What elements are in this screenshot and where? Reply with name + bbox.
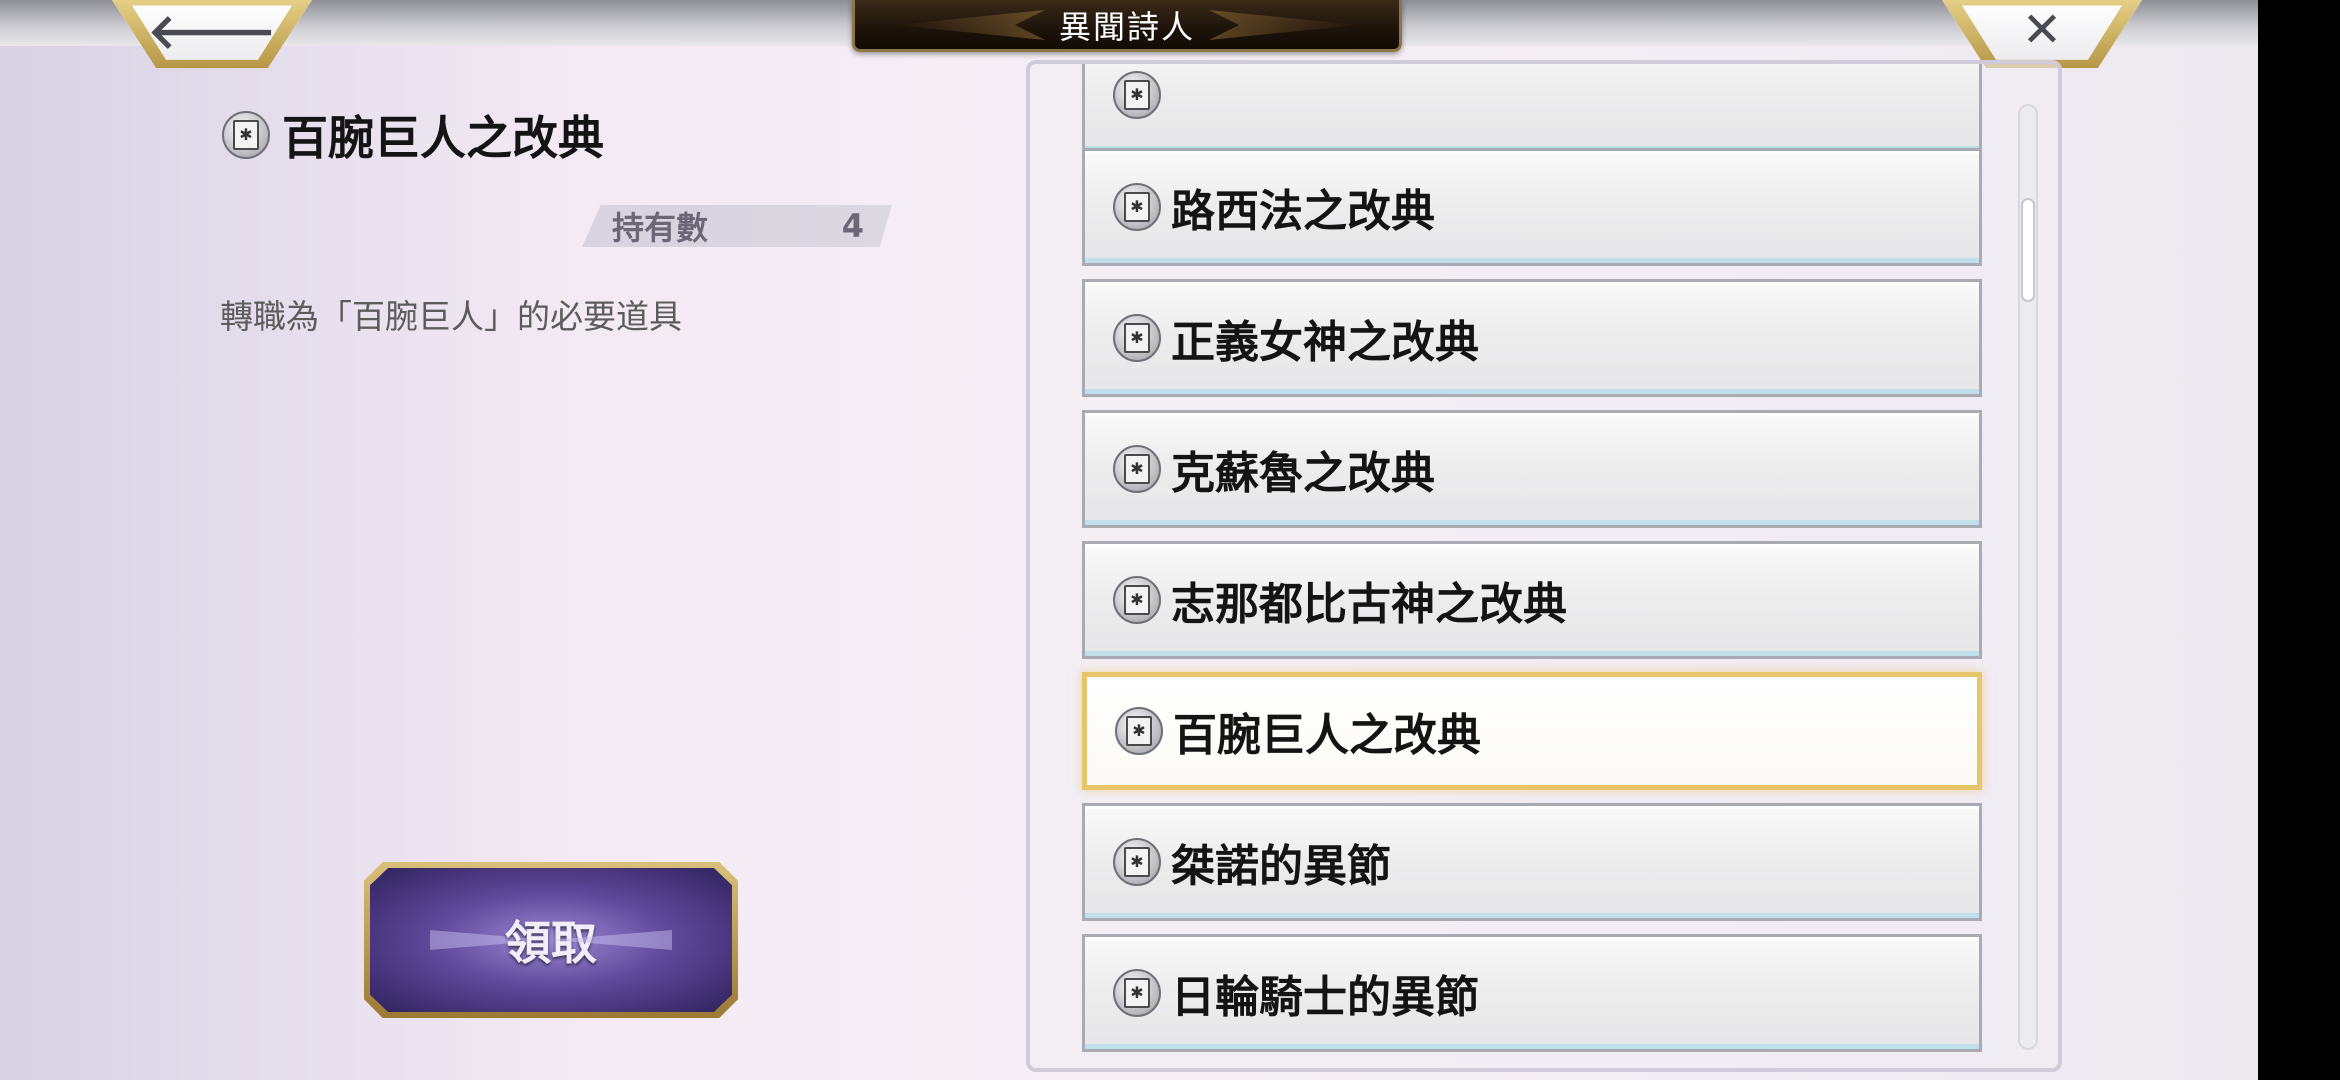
close-button[interactable]: ✕: [1942, 0, 2142, 68]
list-item-label: 百腕巨人之改典: [1173, 710, 1481, 761]
item-description: 轉職為「百腕巨人」的必要道具: [220, 297, 682, 336]
book-icon: ✱: [1113, 969, 1161, 1017]
title-ornament-left: [895, 10, 1045, 40]
list-item[interactable]: ✱ 桀諾的異節: [1082, 803, 1982, 921]
list-scrollbar[interactable]: [2018, 104, 2038, 1050]
book-icon: ✱: [1113, 445, 1161, 493]
book-icon: ✱: [1113, 183, 1161, 231]
owned-count-badge: 持有數 4: [582, 205, 892, 247]
list-item-label: 克蘇魯之改典: [1171, 448, 1435, 499]
list-item-selected[interactable]: ✱ 百腕巨人之改典: [1082, 672, 1982, 790]
receive-button-label: 領取: [505, 916, 597, 970]
book-icon: ✱: [1113, 576, 1161, 624]
page-title: 異聞詩人: [1058, 7, 1195, 46]
title-plate: 異聞詩人: [852, 0, 1402, 52]
list-item[interactable]: ✱ 正義女神之改典: [1082, 279, 1982, 397]
receive-button-face: 領取: [370, 868, 732, 1012]
owned-count-value: 4: [841, 207, 864, 245]
list-item[interactable]: ✱ 路西法之改典: [1082, 148, 1982, 266]
item-list[interactable]: ✱ ✱ 路西法之改典 ✱ 正義女神之改典 ✱ 克蘇魯之改典 ✱ 志那都比古神之改…: [1026, 60, 2062, 1072]
list-item-label: 志那都比古神之改典: [1171, 579, 1567, 630]
scrollbar-thumb[interactable]: [2021, 198, 2035, 302]
book-icon: ✱: [1113, 314, 1161, 362]
item-name: 百腕巨人之改典: [282, 111, 604, 165]
book-icon: ✱: [1115, 707, 1163, 755]
owned-count-label: 持有數: [612, 209, 709, 247]
book-icon: ✱: [1113, 71, 1161, 119]
receive-button[interactable]: 領取: [364, 862, 738, 1018]
list-item[interactable]: ✱ 日輪騎士的異節: [1082, 934, 1982, 1052]
item-header: ✱ 百腕巨人之改典: [222, 102, 604, 168]
list-item[interactable]: ✱ 克蘇魯之改典: [1082, 410, 1982, 528]
title-ornament-right: [1209, 10, 1359, 40]
arrow-left-icon: 🡐: [147, 3, 277, 60]
list-item-label: 正義女神之改典: [1171, 317, 1479, 368]
list-item-label: 日輪騎士的異節: [1171, 972, 1479, 1023]
close-x-icon: ✕: [2021, 2, 2063, 58]
book-icon: ✱: [222, 111, 270, 159]
list-item-label: 桀諾的異節: [1171, 841, 1391, 892]
list-item-label: 路西法之改典: [1171, 186, 1435, 237]
list-item[interactable]: ✱ 志那都比古神之改典: [1082, 541, 1982, 659]
list-item[interactable]: ✱: [1082, 64, 1982, 154]
book-icon: ✱: [1113, 838, 1161, 886]
screen-edge-bar: [2258, 0, 2340, 1080]
back-button[interactable]: 🡐: [112, 0, 312, 68]
